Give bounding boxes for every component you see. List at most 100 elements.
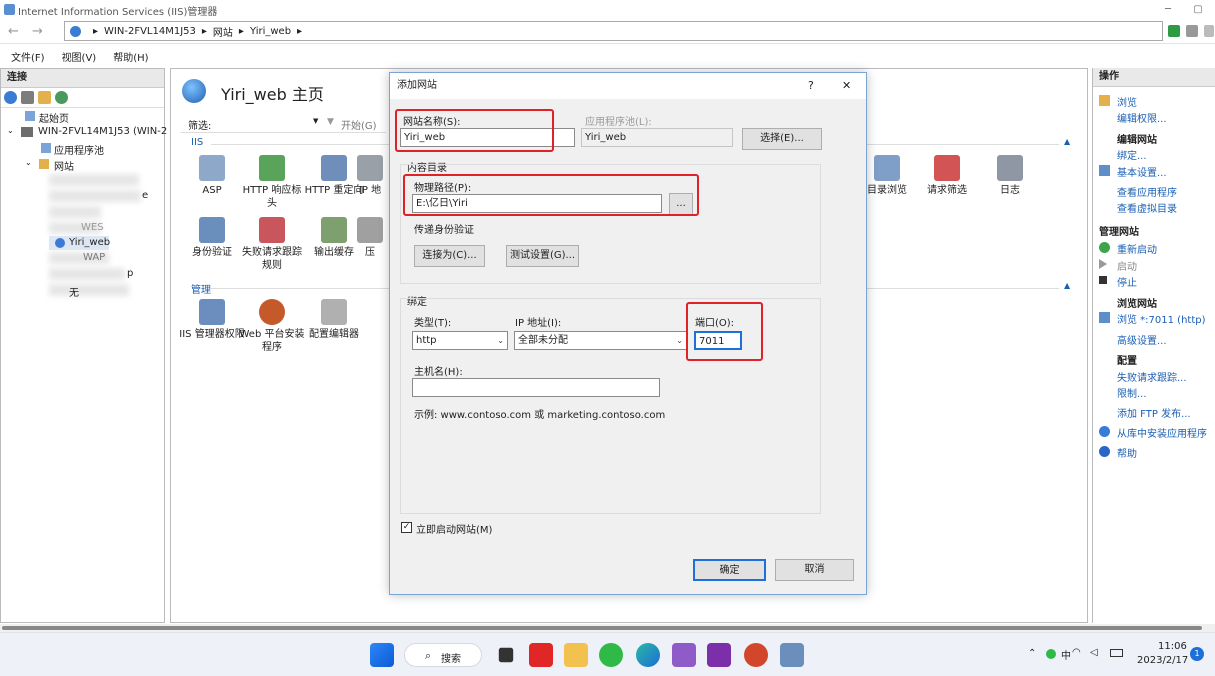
iis-app-icon xyxy=(4,4,15,15)
visual-studio-icon[interactable] xyxy=(672,643,696,667)
tree-expander-icon[interactable]: ⌄ xyxy=(25,158,32,167)
action-edit-permissions[interactable]: 编辑权限... xyxy=(1117,110,1167,125)
feature-label: 配置编辑器 xyxy=(309,329,359,340)
clock-time[interactable]: 11:06 xyxy=(1158,641,1187,652)
feature-request-filtering[interactable]: 请求筛选 xyxy=(914,155,980,197)
connections-toolbar xyxy=(1,88,164,108)
action-failed-request-tracing[interactable]: 失败请求跟踪... xyxy=(1117,369,1187,384)
address-segment-server[interactable]: WIN-2FVL14M1J53 xyxy=(104,26,196,37)
feature-iis-manager-permissions[interactable]: IIS 管理器权限 xyxy=(179,299,245,341)
back-arrow-icon[interactable]: ← xyxy=(8,24,19,39)
youdao-icon[interactable] xyxy=(529,643,553,667)
refresh-globe-icon[interactable] xyxy=(55,91,68,104)
action-view-applications[interactable]: 查看应用程序 xyxy=(1117,184,1177,199)
onenote-icon[interactable] xyxy=(707,643,731,667)
feature-compression[interactable]: 压 xyxy=(355,217,385,259)
address-bar[interactable]: ▸ WIN-2FVL14M1J53 ▸ 网站 ▸ Yiri_web ▸ xyxy=(64,21,1163,41)
wechat-icon[interactable] xyxy=(599,643,623,667)
tray-chevron-up-icon[interactable]: ⌃ xyxy=(1028,648,1036,659)
start-filter-button[interactable]: 开始(G) xyxy=(341,117,377,132)
action-add-ftp[interactable]: 添加 FTP 发布... xyxy=(1117,405,1191,420)
feature-ip-restrict[interactable]: IP 地 xyxy=(355,155,385,197)
menu-view[interactable]: 视图(V) xyxy=(62,49,97,64)
action-view-virtual-dirs[interactable]: 查看虚拟目录 xyxy=(1117,200,1177,215)
action-bindings[interactable]: 绑定... xyxy=(1117,147,1147,162)
pass-auth-label: 传递身份验证 xyxy=(414,225,474,236)
collapse-iis-icon[interactable]: ▲ xyxy=(1064,137,1070,146)
tree-start-page[interactable]: 起始页 xyxy=(39,110,69,125)
task-view-icon[interactable] xyxy=(498,647,514,663)
start-now-checkbox[interactable]: ✓ xyxy=(401,522,412,533)
test-settings-button[interactable]: 测试设置(G)... xyxy=(506,245,579,267)
connect-as-button[interactable]: 连接为(C)... xyxy=(414,245,485,267)
tree-sites[interactable]: 网站 xyxy=(54,158,74,173)
feature-http-response-headers[interactable]: HTTP 响应标头 xyxy=(239,155,305,210)
action-advanced-settings[interactable]: 高级设置... xyxy=(1117,332,1167,347)
battery-icon[interactable] xyxy=(1110,649,1123,657)
action-browse[interactable]: 浏览 xyxy=(1117,94,1137,109)
action-limits[interactable]: 限制... xyxy=(1117,385,1147,400)
horizontal-scrollbar[interactable] xyxy=(0,624,1215,632)
stop-nav-icon[interactable] xyxy=(1186,25,1198,37)
cancel-button[interactable]: 取消 xyxy=(775,559,854,581)
tree-site-yiri[interactable]: Yiri_web xyxy=(69,237,110,248)
forward-arrow-icon[interactable]: → xyxy=(32,24,43,39)
tree-expander-icon[interactable]: ⌄ xyxy=(7,126,14,135)
install-gallery-icon xyxy=(1099,426,1110,437)
feature-failed-request-tracing[interactable]: 失败请求跟踪规则 xyxy=(239,217,305,272)
menu-file[interactable]: 文件(F) xyxy=(11,49,45,64)
filter-dropdown-icon[interactable]: ▼ xyxy=(313,117,318,125)
taskbar-search[interactable]: ⌕ 搜索 xyxy=(404,643,482,667)
notification-badge[interactable]: 1 xyxy=(1190,647,1204,661)
volume-icon[interactable]: ◁ xyxy=(1090,647,1098,658)
action-restart[interactable]: 重新启动 xyxy=(1117,241,1157,256)
type-select[interactable]: http ⌄ xyxy=(412,331,508,350)
feature-logging[interactable]: 日志 xyxy=(977,155,1043,197)
edge-icon[interactable] xyxy=(636,643,660,667)
connect-icon[interactable] xyxy=(4,91,17,104)
save-icon[interactable] xyxy=(21,91,34,104)
dialog-help-button[interactable]: ? xyxy=(808,79,814,92)
ok-button[interactable]: 确定 xyxy=(693,559,766,581)
action-browse-port[interactable]: 浏览 *:7011 (http) xyxy=(1117,311,1206,326)
host-input[interactable] xyxy=(412,378,660,397)
wifi-icon[interactable]: ◠ xyxy=(1072,647,1081,658)
ip-select[interactable]: 全部未分配 ⌄ xyxy=(514,331,687,350)
feature-configuration-editor[interactable]: 配置编辑器 xyxy=(301,299,367,341)
address-segment-sites[interactable]: 网站 xyxy=(213,24,233,39)
browse-port-icon xyxy=(1099,312,1110,323)
help-nav-icon[interactable] xyxy=(1204,25,1214,37)
filter-input[interactable] xyxy=(219,115,321,131)
clock-date[interactable]: 2023/2/17 xyxy=(1137,655,1188,666)
select-app-pool-button[interactable]: 选择(E)... xyxy=(742,128,822,150)
address-sep-icon: ▸ xyxy=(93,25,99,37)
feature-label: 请求筛选 xyxy=(927,185,967,196)
feature-authentication[interactable]: 身份验证 xyxy=(179,217,245,259)
iis-taskbar-icon[interactable] xyxy=(780,643,804,667)
dialog-close-button[interactable]: ✕ xyxy=(842,79,851,92)
tray-wechat-icon[interactable] xyxy=(1046,649,1056,659)
collapse-manage-icon[interactable]: ▲ xyxy=(1064,281,1070,290)
tree-server[interactable]: WIN-2FVL14M1J53 (WIN-2 xyxy=(38,126,167,137)
tray-ime-indicator[interactable]: 中 xyxy=(1061,647,1071,662)
tree-app-pools[interactable]: 应用程序池 xyxy=(54,142,104,157)
action-basic-settings[interactable]: 基本设置... xyxy=(1117,164,1167,179)
address-segment-site[interactable]: Yiri_web xyxy=(250,26,291,37)
action-install-from-gallery[interactable]: 从库中安装应用程序 xyxy=(1117,425,1207,440)
action-stop[interactable]: 停止 xyxy=(1117,274,1137,289)
action-help[interactable]: 帮助 xyxy=(1117,445,1137,460)
start-windows-icon[interactable] xyxy=(370,643,394,667)
start-now-label[interactable]: 立即启动网站(M) xyxy=(416,521,492,536)
powerpoint-icon[interactable] xyxy=(744,643,768,667)
maximize-button[interactable]: ▢ xyxy=(1190,2,1206,18)
feature-web-platform-installer[interactable]: Web 平台安装程序 xyxy=(239,299,305,354)
go-icon[interactable] xyxy=(1168,25,1180,37)
scroll-thumb[interactable] xyxy=(2,626,1202,630)
feature-asp[interactable]: ASP xyxy=(179,155,245,197)
menu-help[interactable]: 帮助(H) xyxy=(113,49,148,64)
up-folder-icon[interactable] xyxy=(38,91,51,104)
taskbar: ⌕ 搜索 ⌃ 中 ◠ ◁ 11:06 2023/2/17 1 xyxy=(0,632,1215,676)
minimize-button[interactable]: ─ xyxy=(1160,2,1176,18)
action-start[interactable]: 启动 xyxy=(1117,258,1137,273)
file-explorer-icon[interactable] xyxy=(564,643,588,667)
